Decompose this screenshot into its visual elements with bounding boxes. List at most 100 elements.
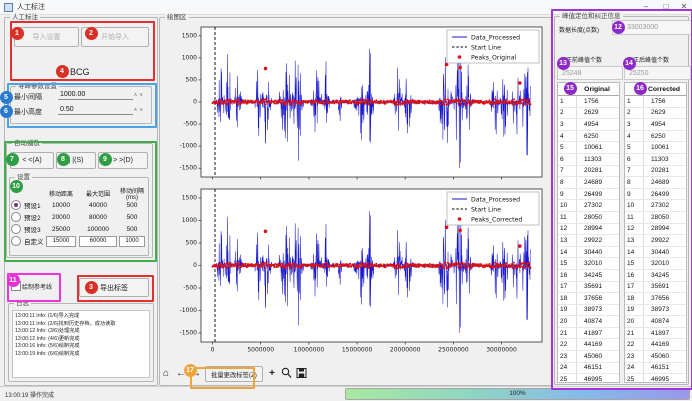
autoplay-pause-button[interactable]: | |(S) <box>56 152 96 169</box>
table-row[interactable]: 11756 <box>558 96 619 108</box>
spin-down-icon[interactable]: ∨ <box>138 92 144 98</box>
table-row[interactable]: 824689 <box>625 177 686 189</box>
reference-line-checkbox[interactable] <box>11 281 21 291</box>
log-output[interactable]: 13:00:11 Info: (1/6)导入完成13:00:11 Info: (… <box>12 310 150 378</box>
back-icon[interactable]: ← <box>175 367 187 381</box>
export-labels-button[interactable]: 导出标签 <box>79 278 149 297</box>
data-length-label: 数据长度(点数) <box>559 25 599 34</box>
table-row[interactable]: 1329922 <box>625 235 686 247</box>
svg-text:5000000: 5000000 <box>247 347 274 354</box>
table-row[interactable]: 1430440 <box>625 247 686 259</box>
table-row[interactable]: 1228994 <box>558 224 619 236</box>
table-row[interactable]: 1430440 <box>558 247 619 259</box>
table-row[interactable]: 22629 <box>558 108 619 120</box>
min-interval-spinbox[interactable]: 1000.00 ∧ ∨ <box>58 89 144 101</box>
table-row[interactable]: 2546995 <box>625 374 686 383</box>
import-settings-button[interactable]: 导入设置 <box>14 27 79 47</box>
batch-edit-labels-button[interactable]: 批量更改标签(Z) <box>205 366 263 382</box>
table-row[interactable]: 22629 <box>625 108 686 120</box>
preset-radio-1[interactable] <box>11 200 21 210</box>
svg-text:-1500: -1500 <box>180 330 198 337</box>
table-row[interactable]: 1634245 <box>558 270 619 282</box>
table-row[interactable]: 926499 <box>625 189 686 201</box>
table-row[interactable]: 1532010 <box>625 258 686 270</box>
svg-text:500: 500 <box>186 240 198 247</box>
table-row[interactable]: 1938973 <box>558 305 619 317</box>
table-row[interactable]: 1735691 <box>558 282 619 294</box>
table-row[interactable]: 926499 <box>558 189 619 201</box>
close-button[interactable]: ✕ <box>676 0 692 14</box>
maximize-button[interactable]: □ <box>658 0 674 14</box>
table-row[interactable]: 720281 <box>558 166 619 178</box>
pan-icon[interactable]: + <box>266 367 278 381</box>
preset-radio-2[interactable] <box>11 212 21 222</box>
reference-line-label: 绘制参考线 <box>22 282 52 291</box>
table-row[interactable]: 1837656 <box>625 293 686 305</box>
signal-chart-corrected[interactable]: 150010005000-500-1000-150005000000100000… <box>165 184 547 358</box>
spin-down-icon[interactable]: ∨ <box>138 107 144 113</box>
table-row[interactable]: 2040874 <box>558 316 619 328</box>
svg-text:30000000: 30000000 <box>486 347 517 354</box>
svg-text:Start Line: Start Line <box>471 207 501 214</box>
table-row[interactable]: 1938973 <box>625 305 686 317</box>
table-row[interactable]: 1837656 <box>558 293 619 305</box>
home-icon[interactable]: ⌂ <box>160 367 172 381</box>
table-row[interactable]: 1329922 <box>558 235 619 247</box>
table-row[interactable]: 34954 <box>625 119 686 131</box>
table-row[interactable]: 2546995 <box>558 374 619 383</box>
log-line: 13:00:19 Info: (6/6)绘制完成 <box>13 351 149 359</box>
min-height-value[interactable]: 0.50 <box>58 105 133 115</box>
table-row[interactable]: 611303 <box>625 154 686 166</box>
table-row[interactable]: 1228994 <box>625 224 686 236</box>
table-row[interactable]: 46250 <box>558 131 619 143</box>
table-row[interactable]: 1634245 <box>625 270 686 282</box>
custom-value-input[interactable]: 1000 <box>119 236 145 247</box>
table-row[interactable]: 2345060 <box>625 351 686 363</box>
table-row[interactable]: 824689 <box>558 177 619 189</box>
table-row[interactable]: 11756 <box>625 96 686 108</box>
table-row[interactable]: 2040874 <box>625 316 686 328</box>
preset-radio-4[interactable] <box>11 236 21 246</box>
custom-value-input[interactable]: 15000 <box>46 236 76 247</box>
signal-chart-original[interactable]: 150010005000-500-1000-1500Data_Processed… <box>165 22 547 182</box>
min-interval-value[interactable]: 1000.00 <box>58 90 133 100</box>
after-count-label: 纠正后峰值个数 <box>627 55 669 64</box>
preset-value: 500 <box>119 214 145 221</box>
custom-value-input[interactable]: 60000 <box>79 236 117 247</box>
corrected-peaks-table[interactable]: Corrected 117562262934954462505100616113… <box>624 82 687 383</box>
table-row[interactable]: 1532010 <box>558 258 619 270</box>
zoom-icon[interactable] <box>281 367 293 381</box>
preset-radio-3[interactable] <box>11 224 21 234</box>
table-row[interactable]: 2446151 <box>558 363 619 375</box>
original-peaks-table[interactable]: Original 1175622629349544625051006161130… <box>557 82 620 383</box>
log-line: 13:00:12 Info: (3/6)处理完成 <box>13 328 149 336</box>
svg-text:-500: -500 <box>183 121 197 128</box>
table-row[interactable]: 46250 <box>625 131 686 143</box>
table-row[interactable]: 1128050 <box>558 212 619 224</box>
autoplay-back-button[interactable]: < <(A) <box>10 152 54 169</box>
table-row[interactable]: 510061 <box>558 142 619 154</box>
table-row[interactable]: 2244169 <box>558 339 619 351</box>
table-row[interactable]: 611303 <box>558 154 619 166</box>
table-row[interactable]: 2141897 <box>558 328 619 340</box>
start-import-button[interactable]: 开始导入 <box>81 27 149 47</box>
table-row[interactable]: 1735691 <box>625 282 686 294</box>
col-max-range: 最大范围 <box>77 189 119 198</box>
table-row[interactable]: 720281 <box>625 166 686 178</box>
window-title: 人工标注 <box>17 2 45 12</box>
table-row[interactable]: 510061 <box>625 142 686 154</box>
svg-text:15000000: 15000000 <box>342 347 373 354</box>
save-icon[interactable] <box>296 367 308 381</box>
table-row[interactable]: 2244169 <box>625 339 686 351</box>
minimize-button[interactable]: – <box>638 0 654 14</box>
table-row[interactable]: 1027302 <box>625 200 686 212</box>
table-row[interactable]: 34954 <box>558 119 619 131</box>
table-row[interactable]: 2446151 <box>625 363 686 375</box>
table-row[interactable]: 2345060 <box>558 351 619 363</box>
table-row[interactable]: 2141897 <box>625 328 686 340</box>
autoplay-forward-button[interactable]: > >(D) <box>98 152 148 169</box>
table-row[interactable]: 1128050 <box>625 212 686 224</box>
table-row[interactable]: 1027302 <box>558 200 619 212</box>
min-height-spinbox[interactable]: 0.50 ∧ ∨ <box>58 104 144 116</box>
forward-icon[interactable]: → <box>190 367 202 381</box>
